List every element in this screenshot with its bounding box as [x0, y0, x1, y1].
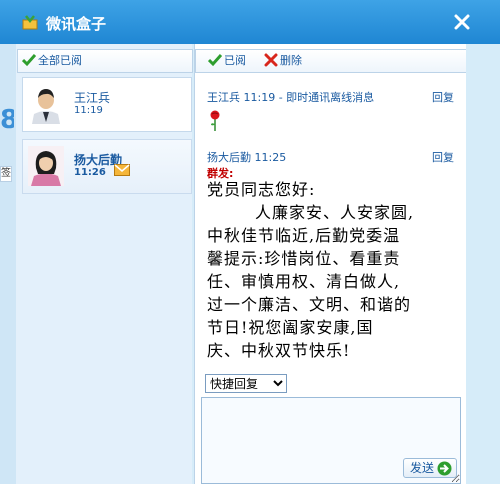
mark-all-read-button[interactable]: 全部已阅 [22, 53, 82, 69]
mark-read-label: 已阅 [224, 54, 246, 67]
mark-read-button[interactable]: 已阅 [208, 53, 246, 69]
male-avatar [28, 84, 64, 124]
background-number: 8 [0, 105, 14, 135]
checkmark-icon [208, 54, 222, 67]
delete-label: 删除 [280, 54, 302, 67]
arrow-right-icon [437, 461, 452, 476]
send-label: 发送 [410, 461, 435, 475]
message-line: 馨提示:珍惜岗位、看重责 [207, 249, 401, 268]
box-logo-icon [22, 15, 38, 30]
rose-icon [210, 110, 220, 131]
message-line: 节日!祝您阖家安康,国 [207, 318, 374, 337]
background-window-edge: 8 签 [0, 44, 16, 484]
message-panel: 已阅 删除 王江兵 11:19 - 即时通讯离线消息 回复 扬大后勤 11:25… [194, 44, 467, 484]
message-line: 庆、中秋双节快乐! [207, 341, 351, 360]
contact-name: 王江兵 [74, 91, 111, 105]
right-toolbar: 已阅 删除 [195, 49, 467, 73]
message-body: 党员同志您好: 人廉家安、人安家圆, 中秋佳节临近,后勤党委温 馨提示:珍惜岗位… [207, 178, 459, 362]
close-icon[interactable] [452, 12, 472, 32]
unread-message-icon [114, 164, 130, 176]
delete-x-icon [264, 53, 278, 67]
reply-link[interactable]: 回复 [432, 149, 454, 165]
send-button[interactable]: 发送 [403, 458, 457, 478]
contact-item[interactable]: 王江兵 11:19 [22, 77, 192, 132]
message-list: 王江兵 11:19 - 即时通讯离线消息 回复 扬大后勤 11:25 回复 群发… [195, 74, 467, 414]
title-bar: 微讯盒子 [0, 0, 500, 44]
quick-reply-select[interactable]: 快捷回复 [205, 374, 287, 393]
message-header: 王江兵 11:19 - 即时通讯离线消息 [207, 91, 375, 104]
conversation-list-panel: 全部已阅 王江兵 11:19 扬大后勤 11:26 [16, 44, 193, 484]
contact-item-selected[interactable]: 扬大后勤 11:26 [22, 139, 192, 194]
message-line: 任、审慎用权、清白做人, [207, 272, 401, 291]
message-line: 党员同志您好: [207, 180, 316, 199]
message-line: 中秋佳节临近,后勤党委温 [207, 226, 401, 245]
left-toolbar: 全部已阅 [17, 49, 193, 73]
mark-all-read-label: 全部已阅 [38, 54, 82, 67]
message-line: 过一个廉洁、文明、和谐的 [207, 295, 412, 314]
window-title: 微讯盒子 [46, 15, 107, 33]
contact-time: 11:26 [74, 167, 106, 178]
female-avatar [28, 146, 64, 186]
checkmark-icon [22, 54, 36, 67]
message-header: 扬大后勤 11:25 [207, 151, 287, 164]
delete-button[interactable]: 删除 [264, 53, 302, 69]
reply-link[interactable]: 回复 [432, 89, 454, 105]
window-right-margin [466, 44, 500, 484]
background-tab: 签 [0, 166, 12, 182]
message-line: 人廉家安、人安家圆, [255, 203, 415, 222]
contact-time: 11:19 [74, 105, 103, 116]
